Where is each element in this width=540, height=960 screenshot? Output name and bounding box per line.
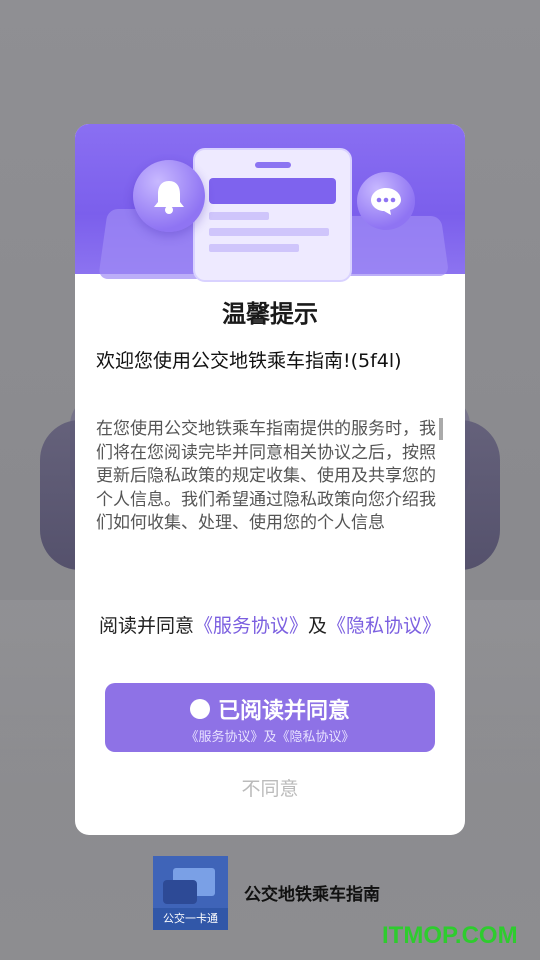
agreement-line: 阅读并同意《服务协议》及《隐私协议》: [95, 614, 445, 638]
phone-notch: [255, 162, 291, 168]
privacy-agreement-link[interactable]: 《隐私协议》: [327, 615, 441, 637]
dialog-title: 温馨提示: [222, 300, 318, 328]
accept-button-sublabel: 《服务协议》及《隐私协议》: [185, 730, 355, 745]
phone-text-line: [209, 212, 269, 220]
privacy-body-text: 在您使用公交地铁乘车指南提供的服务时，我们将在您阅读完毕并同意相关协议之后，按照…: [96, 419, 436, 533]
accept-button[interactable]: 已阅读并同意 《服务协议》及《隐私协议》: [105, 683, 435, 752]
bus-graphic: [163, 880, 197, 904]
phone-text-line: [209, 244, 299, 252]
phone-illustration: [193, 148, 352, 282]
site-watermark: ITMOP.COM: [382, 922, 518, 949]
agree-prefix: 阅读并同意: [98, 615, 194, 637]
agree-conjunction: 及: [308, 615, 328, 637]
bell-icon: [133, 160, 205, 232]
app-logo-text: 公交一卡通: [153, 908, 228, 930]
service-agreement-link[interactable]: 《服务协议》: [194, 615, 308, 637]
radio-dot-icon: [189, 699, 210, 719]
app-name: 公交地铁乘车指南: [244, 885, 380, 905]
dialog-banner-illustration: [75, 124, 465, 282]
privacy-dialog: 温馨提示 欢迎您使用公交地铁乘车指南!(5f4l) 在您使用公交地铁乘车指南提供…: [75, 124, 465, 835]
app-logo: 公交一卡通: [153, 856, 228, 930]
body-scrollbar[interactable]: [439, 418, 443, 440]
phone-text-line: [209, 228, 329, 236]
chat-bubble-icon: [357, 172, 415, 230]
accept-button-label: 已阅读并同意: [217, 699, 350, 724]
phone-header-bar: [209, 178, 336, 204]
decline-button[interactable]: 不同意: [75, 774, 465, 801]
welcome-text: 欢迎您使用公交地铁乘车指南!(5f4l): [96, 350, 402, 372]
